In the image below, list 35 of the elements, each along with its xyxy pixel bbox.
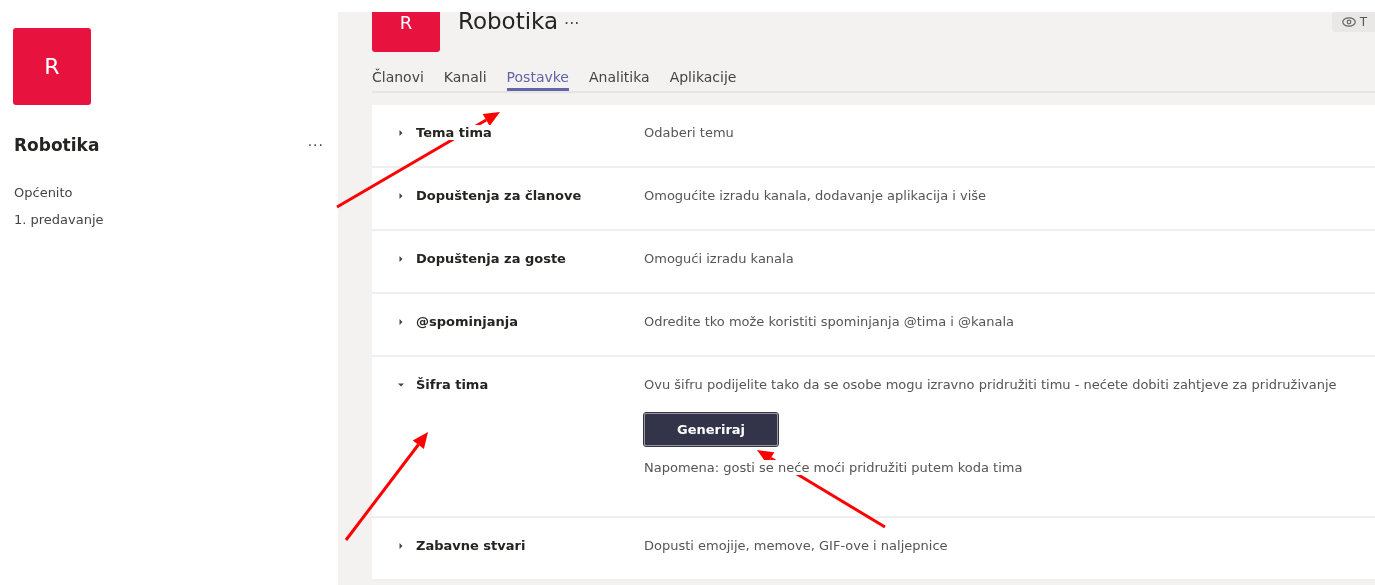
setting-title[interactable]: Zabavne stvari [416,538,526,553]
caret-right-icon[interactable] [398,129,404,137]
team-name: Robotika [14,135,100,155]
team-avatar: R [372,12,440,52]
caret-right-icon[interactable] [398,192,404,200]
view-button[interactable]: T [1331,12,1375,32]
note-text: Napomena: gosti se neće moći pridružiti putem koda tima [644,460,1023,475]
tab[interactable]: Članovi [372,69,424,91]
setting-title[interactable]: Tema tima [416,125,492,140]
more-options-button[interactable]: ··· [307,137,324,153]
setting-title[interactable]: Šifra tima [416,377,489,392]
caret-right-icon[interactable] [398,318,404,326]
more-options-button[interactable]: ··· [564,14,580,33]
setting-title[interactable]: Dopuštenja za goste [416,251,566,266]
tab[interactable]: Kanali [443,69,487,91]
eye-icon [1341,17,1356,27]
channel-item[interactable]: 1. predavanje [14,212,324,227]
setting-description: Odaberi temu [644,125,734,140]
tab[interactable]: Postavke [506,69,569,91]
setting-title[interactable]: @spominjanja [416,314,518,329]
setting-description: Ovu šifru podijelite tako da se osobe mogu izravno pridružiti timu - nećete dobiti zahtjeve za pridruživanje [644,377,1337,392]
tab[interactable]: Aplikacije [669,69,737,91]
channel-item[interactable]: Općenito [14,185,324,200]
setting-description: Omogući izradu kanala [644,251,794,266]
caret-down-icon[interactable] [398,381,404,389]
team-avatar: R [13,28,91,105]
setting-description: Odredite tko može koristiti spominjanja @tima i @kanala [644,314,1015,329]
team-title: Robotika [458,12,559,34]
tab[interactable]: Analitika [589,69,650,91]
caret-right-icon[interactable] [398,542,404,550]
caret-right-icon[interactable] [398,255,404,263]
setting-title[interactable]: Dopuštenja za članove [416,188,582,203]
generate-button[interactable]: Generiraj [644,413,779,446]
setting-description: Omogućite izradu kanala, dodavanje aplikacija i više [644,188,987,203]
setting-description: Dopusti emojije, memove, GIF-ove i naljepnice [644,538,948,553]
